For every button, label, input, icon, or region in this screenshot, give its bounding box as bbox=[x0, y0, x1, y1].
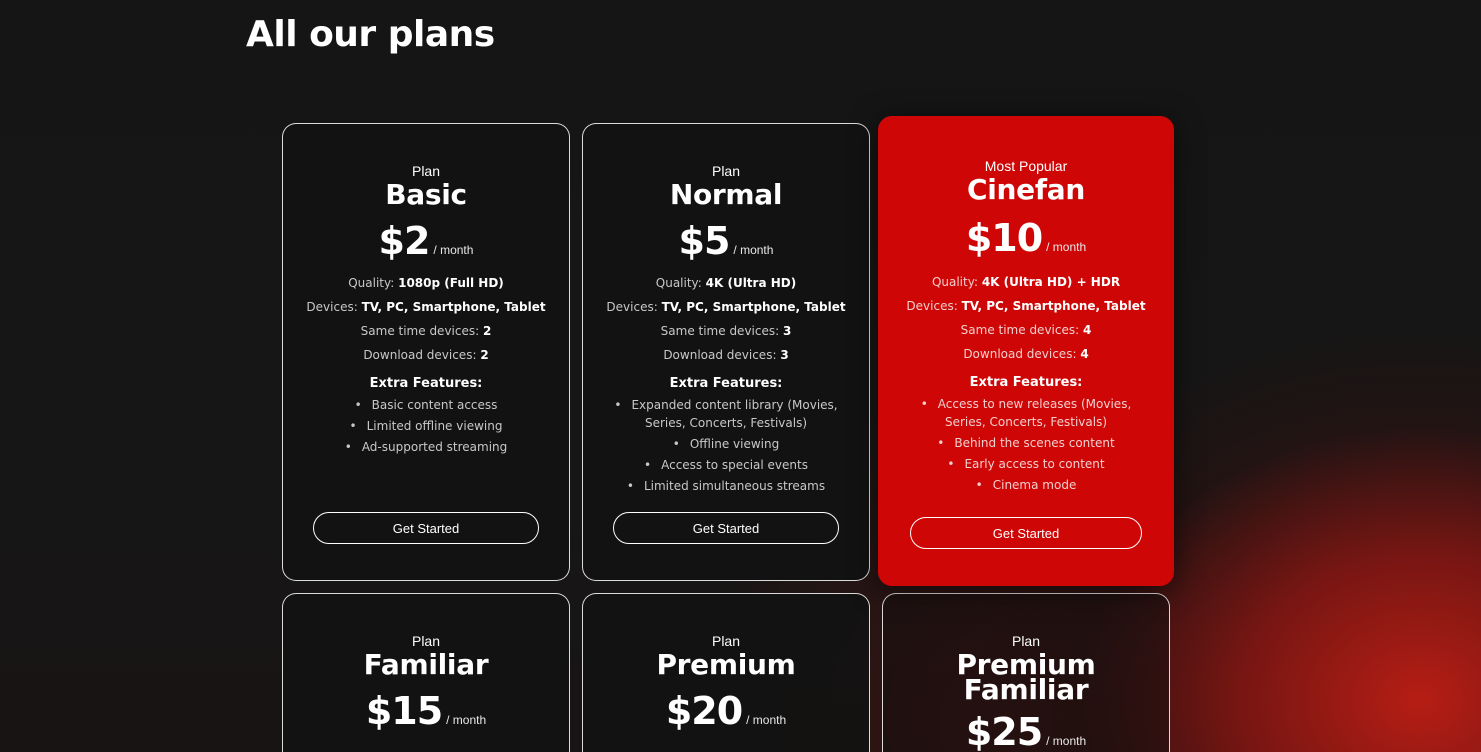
plan-price: $15 bbox=[365, 689, 443, 733]
plan-period: / month bbox=[733, 243, 774, 257]
list-item: Access to new releases (Movies, Series, … bbox=[909, 395, 1143, 431]
plan-name: Normal bbox=[669, 178, 783, 211]
features-list: Expanded content library (Movies, Series… bbox=[583, 396, 869, 495]
same-time-spec: Same time devices: 2 bbox=[360, 324, 492, 338]
plan-card-cinefan: Most Popular Cinefan $10 / month Quality… bbox=[878, 116, 1174, 586]
plan-price: $10 bbox=[965, 216, 1043, 260]
extra-features-title: Extra Features: bbox=[369, 376, 483, 391]
get-started-button[interactable]: Get Started bbox=[910, 517, 1142, 549]
list-item: Offline viewing bbox=[613, 435, 839, 453]
quality-spec: Quality: 4K (Ultra HD) bbox=[655, 276, 797, 290]
price-row: $25 / month bbox=[883, 710, 1169, 752]
price-row: $20 / month bbox=[583, 689, 869, 733]
same-time-spec: Same time devices: 4 bbox=[960, 323, 1092, 337]
plan-period: / month bbox=[1046, 734, 1087, 748]
list-item: Access to special events bbox=[613, 456, 839, 474]
price-row: $15 / month bbox=[283, 689, 569, 733]
features-list: Access to new releases (Movies, Series, … bbox=[879, 395, 1173, 494]
list-item: Limited simultaneous streams bbox=[613, 477, 839, 495]
list-item: Behind the scenes content bbox=[909, 434, 1143, 452]
plan-name: Cinefan bbox=[967, 173, 1085, 206]
plan-name: Premium Familiar bbox=[956, 648, 1096, 706]
download-spec: Download devices: 4 bbox=[963, 347, 1089, 361]
price-row: $5 / month bbox=[583, 219, 869, 263]
plan-card-premium-familiar: Plan Premium Familiar $25 / month bbox=[882, 593, 1170, 752]
plan-period: / month bbox=[1046, 240, 1087, 254]
list-item: Early access to content bbox=[909, 455, 1143, 473]
plan-price: $5 bbox=[678, 219, 731, 263]
list-item: Cinema mode bbox=[909, 476, 1143, 494]
plan-card-basic: Plan Basic $2 / month Quality: 1080p (Fu… bbox=[282, 123, 570, 581]
price-row: $10 / month bbox=[879, 216, 1173, 260]
download-spec: Download devices: 3 bbox=[663, 348, 789, 362]
list-item: Limited offline viewing bbox=[313, 417, 539, 435]
get-started-button[interactable]: Get Started bbox=[313, 512, 539, 544]
plan-price: $2 bbox=[378, 219, 431, 263]
extra-features-title: Extra Features: bbox=[669, 376, 783, 391]
price-row: $2 / month bbox=[283, 219, 569, 263]
plan-specs: Quality: 4K (Ultra HD) Devices: TV, PC, … bbox=[583, 271, 869, 367]
plan-price: $25 bbox=[965, 710, 1043, 752]
plan-name: Basic bbox=[385, 178, 467, 211]
plan-specs: Quality: 1080p (Full HD) Devices: TV, PC… bbox=[283, 271, 569, 367]
extra-features-title: Extra Features: bbox=[969, 375, 1083, 390]
list-item: Basic content access bbox=[313, 396, 539, 414]
page-title: All our plans bbox=[246, 14, 495, 55]
plan-name: Familiar bbox=[363, 648, 489, 681]
plan-card-premium: Plan Premium $20 / month bbox=[582, 593, 870, 752]
plan-price: $20 bbox=[665, 689, 743, 733]
devices-spec: Devices: TV, PC, Smartphone, Tablet bbox=[606, 300, 846, 314]
download-spec: Download devices: 2 bbox=[363, 348, 489, 362]
same-time-spec: Same time devices: 3 bbox=[660, 324, 792, 338]
plan-period: / month bbox=[433, 243, 474, 257]
plan-card-familiar: Plan Familiar $15 / month bbox=[282, 593, 570, 752]
list-item: Expanded content library (Movies, Series… bbox=[613, 396, 839, 432]
quality-spec: Quality: 1080p (Full HD) bbox=[348, 276, 504, 290]
get-started-button[interactable]: Get Started bbox=[613, 512, 839, 544]
plan-specs: Quality: 4K (Ultra HD) + HDR Devices: TV… bbox=[879, 270, 1173, 366]
devices-spec: Devices: TV, PC, Smartphone, Tablet bbox=[306, 300, 546, 314]
plan-card-normal: Plan Normal $5 / month Quality: 4K (Ultr… bbox=[582, 123, 870, 581]
plan-period: / month bbox=[446, 713, 487, 727]
devices-spec: Devices: TV, PC, Smartphone, Tablet bbox=[906, 299, 1146, 313]
plan-period: / month bbox=[746, 713, 787, 727]
list-item: Ad-supported streaming bbox=[313, 438, 539, 456]
features-list: Basic content access Limited offline vie… bbox=[283, 396, 569, 456]
quality-spec: Quality: 4K (Ultra HD) + HDR bbox=[931, 275, 1121, 289]
plan-name: Premium bbox=[656, 648, 796, 681]
